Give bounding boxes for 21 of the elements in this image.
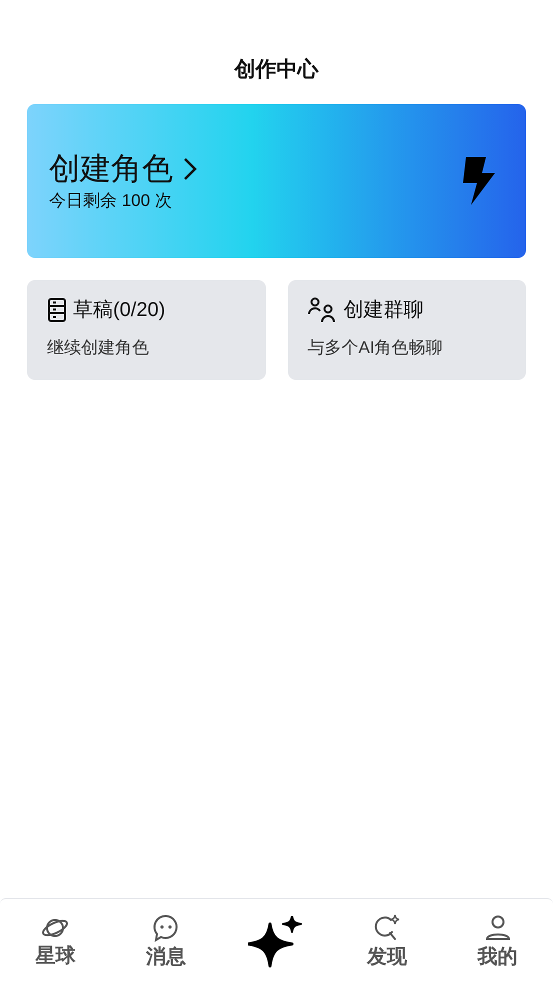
tab-item[interactable]: 星球: [0, 914, 111, 968]
card-title: 创建群聊: [344, 298, 424, 323]
banner-subtitle: 今日剩余 100 次: [49, 190, 173, 212]
card-title: 草稿(0/20): [73, 298, 166, 323]
shortcut-card[interactable]: 创建群聊 与多个AI角色畅聊: [288, 280, 526, 380]
people-icon: [308, 297, 338, 323]
page-title: 创作中心: [234, 56, 318, 83]
banner-title: 创建角色: [49, 150, 173, 188]
document-list-icon: [47, 298, 67, 322]
card-subtitle: 与多个AI角色畅聊: [308, 337, 444, 359]
tab-item[interactable]: 我的: [442, 914, 553, 970]
shortcut-card[interactable]: 草稿(0/20) 继续创建角色: [27, 280, 266, 380]
chevron-right-icon: [183, 157, 197, 181]
create-character-banner[interactable]: 创建角色 今日剩余 100 次: [27, 104, 526, 258]
chat-bubble-icon: [152, 914, 180, 942]
tab-item[interactable]: 消息: [110, 914, 222, 970]
tab-item[interactable]: 发现: [332, 914, 442, 970]
sparkle-icon: [248, 916, 304, 968]
person-icon: [484, 914, 512, 942]
lightning-bolt-icon: [462, 156, 496, 206]
card-subtitle: 继续创建角色: [47, 337, 150, 359]
